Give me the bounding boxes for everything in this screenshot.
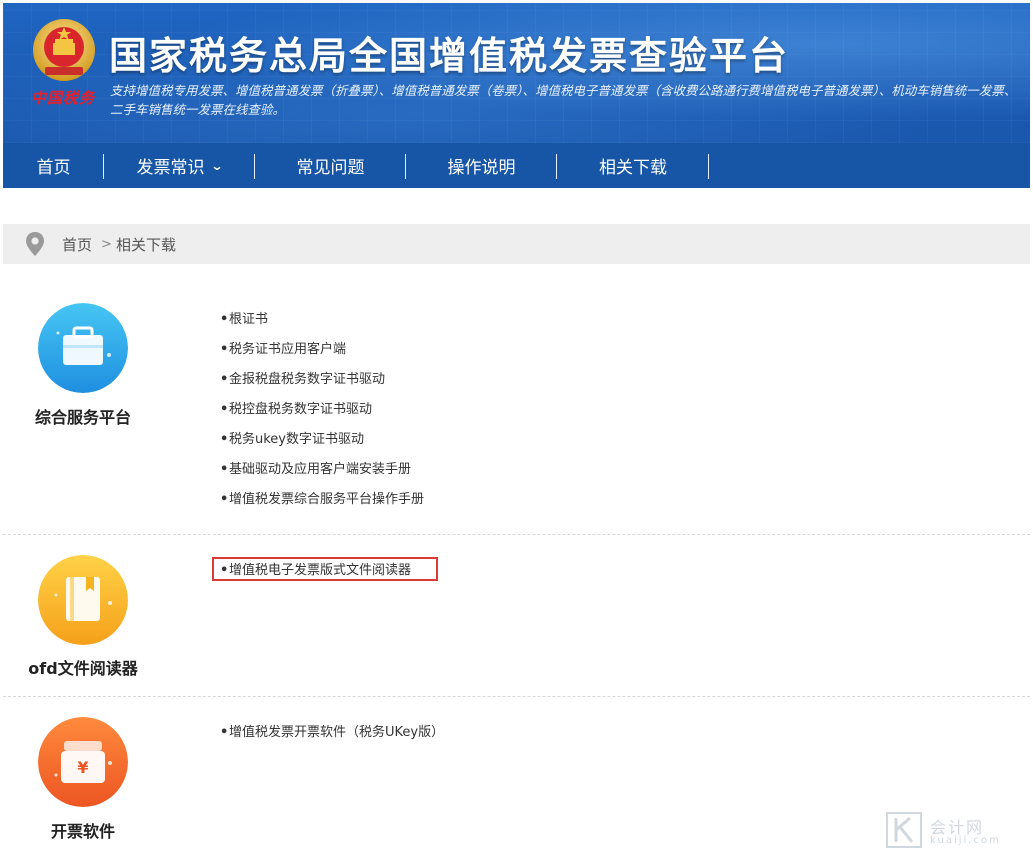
section-divider (3, 696, 1030, 697)
download-link[interactable]: •增值税发票综合服务平台操作手册 (220, 490, 424, 520)
download-link[interactable]: •税务ukey数字证书驱动 (220, 430, 424, 460)
download-list-invoicing-software: •增值税发票开票软件（税务UKey版） (220, 723, 444, 753)
nav-item-label: 发票常识 (136, 158, 205, 178)
download-link[interactable]: •根证书 (220, 310, 424, 340)
section-divider (3, 534, 1030, 535)
tax-emblem-icon (33, 19, 95, 81)
site-subtitle: 支持增值税专用发票、增值税普通发票（折叠票）、增值税普通发票（卷票）、增值税电子… (110, 83, 1017, 117)
breadcrumb: 首页 > 相关下载 (3, 224, 1030, 264)
briefcase-icon (38, 303, 128, 393)
watermark: 会计网 kuaiji.com (886, 812, 1026, 852)
nav-item-label: 相关下载 (599, 158, 667, 178)
site-title: 国家税务总局全国增值税发票查验平台 (109, 34, 790, 78)
watermark-url: kuaiji.com (930, 835, 1001, 846)
highlight-box (212, 557, 438, 581)
download-list-service-platform: •根证书 •税务证书应用客户端 •金报税盘税务数字证书驱动 •税控盘税务数字证书… (220, 310, 424, 520)
nav-item-label: 常见问题 (296, 158, 365, 178)
download-link[interactable]: •增值税发票开票软件（税务UKey版） (220, 723, 444, 753)
download-link[interactable]: •税务证书应用客户端 (220, 340, 424, 370)
category-label-service-platform: 综合服务平台 (34, 408, 131, 427)
emblem-caption: 中国税务 (31, 89, 96, 107)
download-link[interactable]: •金报税盘税务数字证书驱动 (220, 370, 424, 400)
nav-item-home[interactable]: 首页 (3, 143, 104, 188)
breadcrumb-current: 相关下载 (116, 235, 177, 254)
nav-item-faq[interactable]: 常见问题 (255, 143, 406, 188)
nav-item-label: 操作说明 (447, 158, 516, 178)
nav-separator (708, 154, 709, 179)
download-link[interactable]: •基础驱动及应用客户端安装手册 (220, 460, 424, 490)
category-label-invoicing-software: 开票软件 (50, 822, 115, 841)
chevron-down-icon: ⌄ (210, 158, 225, 173)
site-header: 中国税务 国家税务总局全国增值税发票查验平台 支持增值税专用发票、增值税普通发票… (3, 3, 1030, 143)
invoice-box-icon: ¥ (38, 717, 128, 807)
breadcrumb-home-link[interactable]: 首页 (62, 234, 92, 255)
kuaiji-logo-icon (886, 812, 922, 848)
category-label-ofd-reader: ofd文件阅读器 (28, 659, 138, 678)
nav-item-label: 首页 (36, 158, 71, 178)
nav-item-instructions[interactable]: 操作说明 (406, 143, 557, 188)
download-link[interactable]: •税控盘税务数字证书驱动 (220, 400, 424, 430)
main-nav: 首页 发票常识 ⌄ 常见问题 操作说明 相关下载 (3, 143, 1030, 188)
book-icon (38, 555, 128, 645)
nav-item-downloads[interactable]: 相关下载 (557, 143, 709, 188)
location-pin-icon (26, 232, 44, 256)
svg-text:¥: ¥ (77, 758, 88, 777)
breadcrumb-separator: > (101, 236, 112, 252)
nav-item-invoice-knowledge[interactable]: 发票常识 ⌄ (104, 143, 255, 188)
